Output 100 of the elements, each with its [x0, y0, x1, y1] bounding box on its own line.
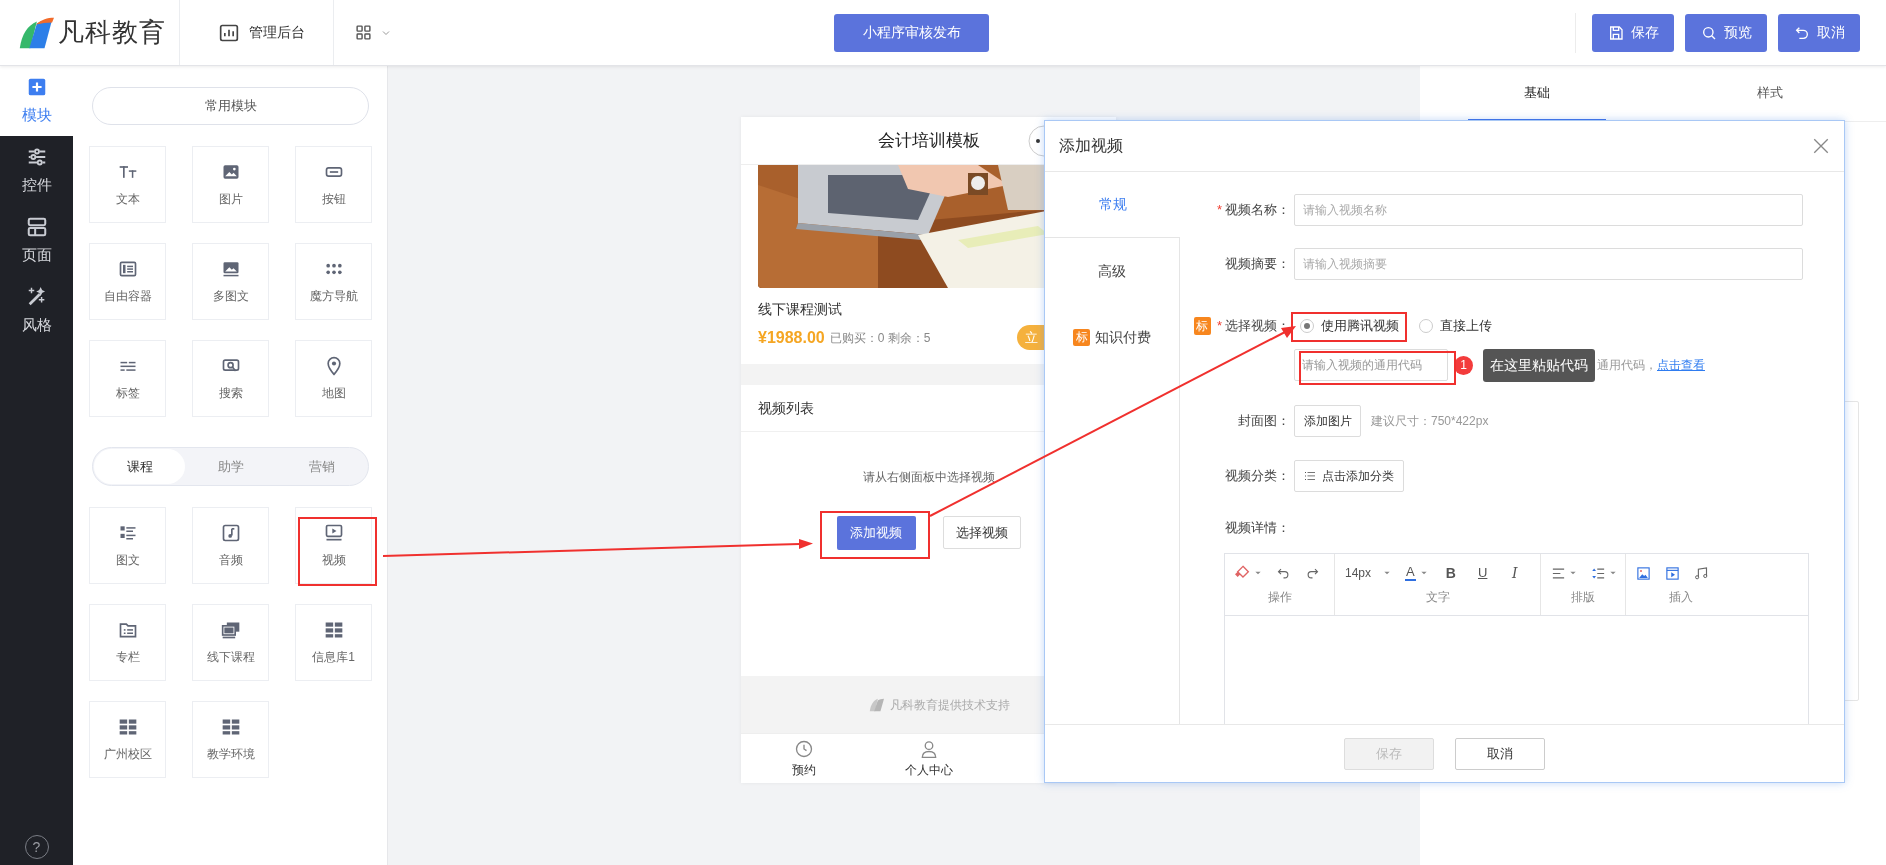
- format-button[interactable]: U: [1473, 563, 1492, 583]
- radio-option[interactable]: 直接上传: [1413, 316, 1492, 336]
- sidebar-item[interactable]: 控件: [0, 136, 73, 206]
- module-tile[interactable]: 按钮: [295, 146, 372, 223]
- field-label: 视频摘要：: [1225, 255, 1290, 274]
- admin-link[interactable]: 管理后台: [180, 0, 334, 65]
- video-icon: [1665, 565, 1680, 581]
- radio-option[interactable]: 使用腾讯视频: [1294, 316, 1399, 336]
- insert-image-button[interactable]: [1636, 565, 1651, 581]
- module-tile[interactable]: 标签: [89, 340, 166, 417]
- image-icon: [1636, 565, 1651, 581]
- music-note-icon: [1694, 565, 1709, 581]
- module-tile[interactable]: 教学环境: [192, 701, 269, 778]
- module-tile[interactable]: 图片: [192, 146, 269, 223]
- tooltip: 在这里粘贴代码: [1483, 348, 1595, 382]
- publish-button[interactable]: 小程序审核发布: [834, 13, 989, 52]
- code-input[interactable]: 请输入视频的通用代码: [1294, 349, 1448, 381]
- module-tile[interactable]: 搜索: [192, 340, 269, 417]
- toolbar-button[interactable]: 取消: [1778, 13, 1860, 52]
- video-icon: [323, 522, 344, 543]
- text-input[interactable]: 请输入视频名称: [1294, 194, 1803, 226]
- radio-button[interactable]: [1419, 318, 1433, 333]
- dialog-nav-item[interactable]: 高级: [1045, 238, 1180, 304]
- dialog-nav-item[interactable]: 常规: [1045, 172, 1180, 238]
- caret-icon: [1254, 569, 1262, 577]
- module-tile[interactable]: 地图: [295, 340, 372, 417]
- format-button[interactable]: B: [1441, 562, 1460, 584]
- field-label: 选择视频：: [1225, 317, 1290, 335]
- toolbar-button[interactable]: 保存: [1592, 13, 1674, 52]
- module-tile[interactable]: 图文: [89, 507, 166, 584]
- insert-video-button[interactable]: [1665, 565, 1680, 581]
- add-category-button[interactable]: 点击添加分类: [1294, 459, 1404, 492]
- module-tile[interactable]: 魔方导航: [295, 243, 372, 320]
- toolbar-group-label: 排版: [1571, 589, 1595, 606]
- module-tile[interactable]: 广州校区: [89, 701, 166, 778]
- sidebar-item[interactable]: 风格: [0, 276, 73, 346]
- video-action-button[interactable]: 选择视频: [942, 516, 1021, 549]
- sidebar-item[interactable]: 模块: [0, 66, 73, 136]
- dialog-title: 添加视频: [1059, 136, 1123, 156]
- field-label: 视频分类：: [1225, 466, 1290, 485]
- close-icon: [1812, 137, 1830, 155]
- caret-icon: [1569, 569, 1577, 577]
- list-icon: [1304, 469, 1316, 482]
- empty-hint: 请从右侧面板中选择视频: [862, 469, 995, 486]
- align-icon: [1551, 565, 1566, 581]
- music-note-icon: [220, 522, 241, 543]
- required-mark: *: [1216, 317, 1222, 335]
- search-icon: [1700, 24, 1717, 41]
- dialog-footer-button[interactable]: 取消: [1455, 737, 1545, 770]
- format-button[interactable]: I: [1505, 562, 1524, 584]
- field-label: 视频详情：: [1225, 518, 1290, 537]
- line-height-icon: [1591, 565, 1606, 581]
- module-tile[interactable]: 文本: [89, 146, 166, 223]
- toolbar-group-label: 文字: [1425, 589, 1450, 606]
- tag-badge: 标: [1073, 328, 1090, 346]
- toolbar-group-label: 操作: [1267, 589, 1292, 606]
- field-label: 封面图：: [1238, 411, 1290, 430]
- tab-bar-item[interactable]: 预约: [741, 734, 866, 783]
- close-button[interactable]: [1812, 137, 1830, 155]
- font-size-select[interactable]: 14px: [1345, 564, 1392, 582]
- caret-icon: [1609, 569, 1617, 577]
- course-price: ¥1988.00: [758, 327, 825, 348]
- required-mark: *: [1216, 201, 1222, 220]
- clock-icon: [793, 738, 814, 759]
- module-tile[interactable]: 信息库1: [295, 604, 372, 681]
- dialog-nav-item[interactable]: 标 知识付费: [1045, 304, 1180, 370]
- save-icon: [1607, 24, 1624, 41]
- grid-icon: [355, 24, 372, 41]
- toolbar-group-label: 插入: [1669, 589, 1693, 606]
- module-tile[interactable]: 自由容器: [89, 243, 166, 320]
- video-action-button[interactable]: 添加视频: [836, 516, 916, 550]
- chart-icon: [219, 22, 239, 43]
- caret-icon: [1419, 569, 1428, 577]
- course-title: 线下课程测试: [758, 300, 843, 319]
- align-button[interactable]: [1551, 565, 1577, 581]
- category-tab[interactable]: 课程: [94, 449, 185, 484]
- font-color-button[interactable]: A: [1405, 565, 1428, 581]
- section-title: 视频列表: [758, 398, 814, 418]
- logo-text: 凡科教育: [58, 16, 166, 49]
- radio-button[interactable]: [1300, 318, 1314, 333]
- sidebar-item[interactable]: 页面: [0, 206, 73, 276]
- category-tab[interactable]: 助学: [185, 449, 276, 484]
- module-tile[interactable]: 线下课程: [192, 604, 269, 681]
- module-tile[interactable]: 视频: [295, 507, 372, 584]
- module-tile[interactable]: 音频: [192, 507, 269, 584]
- line-height-button[interactable]: [1591, 565, 1617, 581]
- caret-icon: [1383, 569, 1392, 577]
- module-tile[interactable]: 专栏: [89, 604, 166, 681]
- tab-bar-item[interactable]: 个人中心: [866, 734, 991, 783]
- toolbar-button[interactable]: 预览: [1685, 13, 1767, 52]
- panel-tab[interactable]: 样式: [1700, 66, 1839, 121]
- size-hint: 建议尺寸：750*422px: [1371, 412, 1489, 430]
- field-label: 视频名称：: [1225, 201, 1290, 220]
- help-link[interactable]: 点击查看: [1657, 356, 1705, 374]
- add-image-button[interactable]: 添加图片: [1294, 404, 1361, 437]
- category-tab[interactable]: 营销: [276, 449, 367, 484]
- insert-music-button[interactable]: [1694, 565, 1709, 581]
- text-input[interactable]: 请输入视频摘要: [1294, 248, 1803, 280]
- page-title: 会计培训模板: [877, 129, 980, 152]
- module-tile[interactable]: 多图文: [192, 243, 269, 320]
